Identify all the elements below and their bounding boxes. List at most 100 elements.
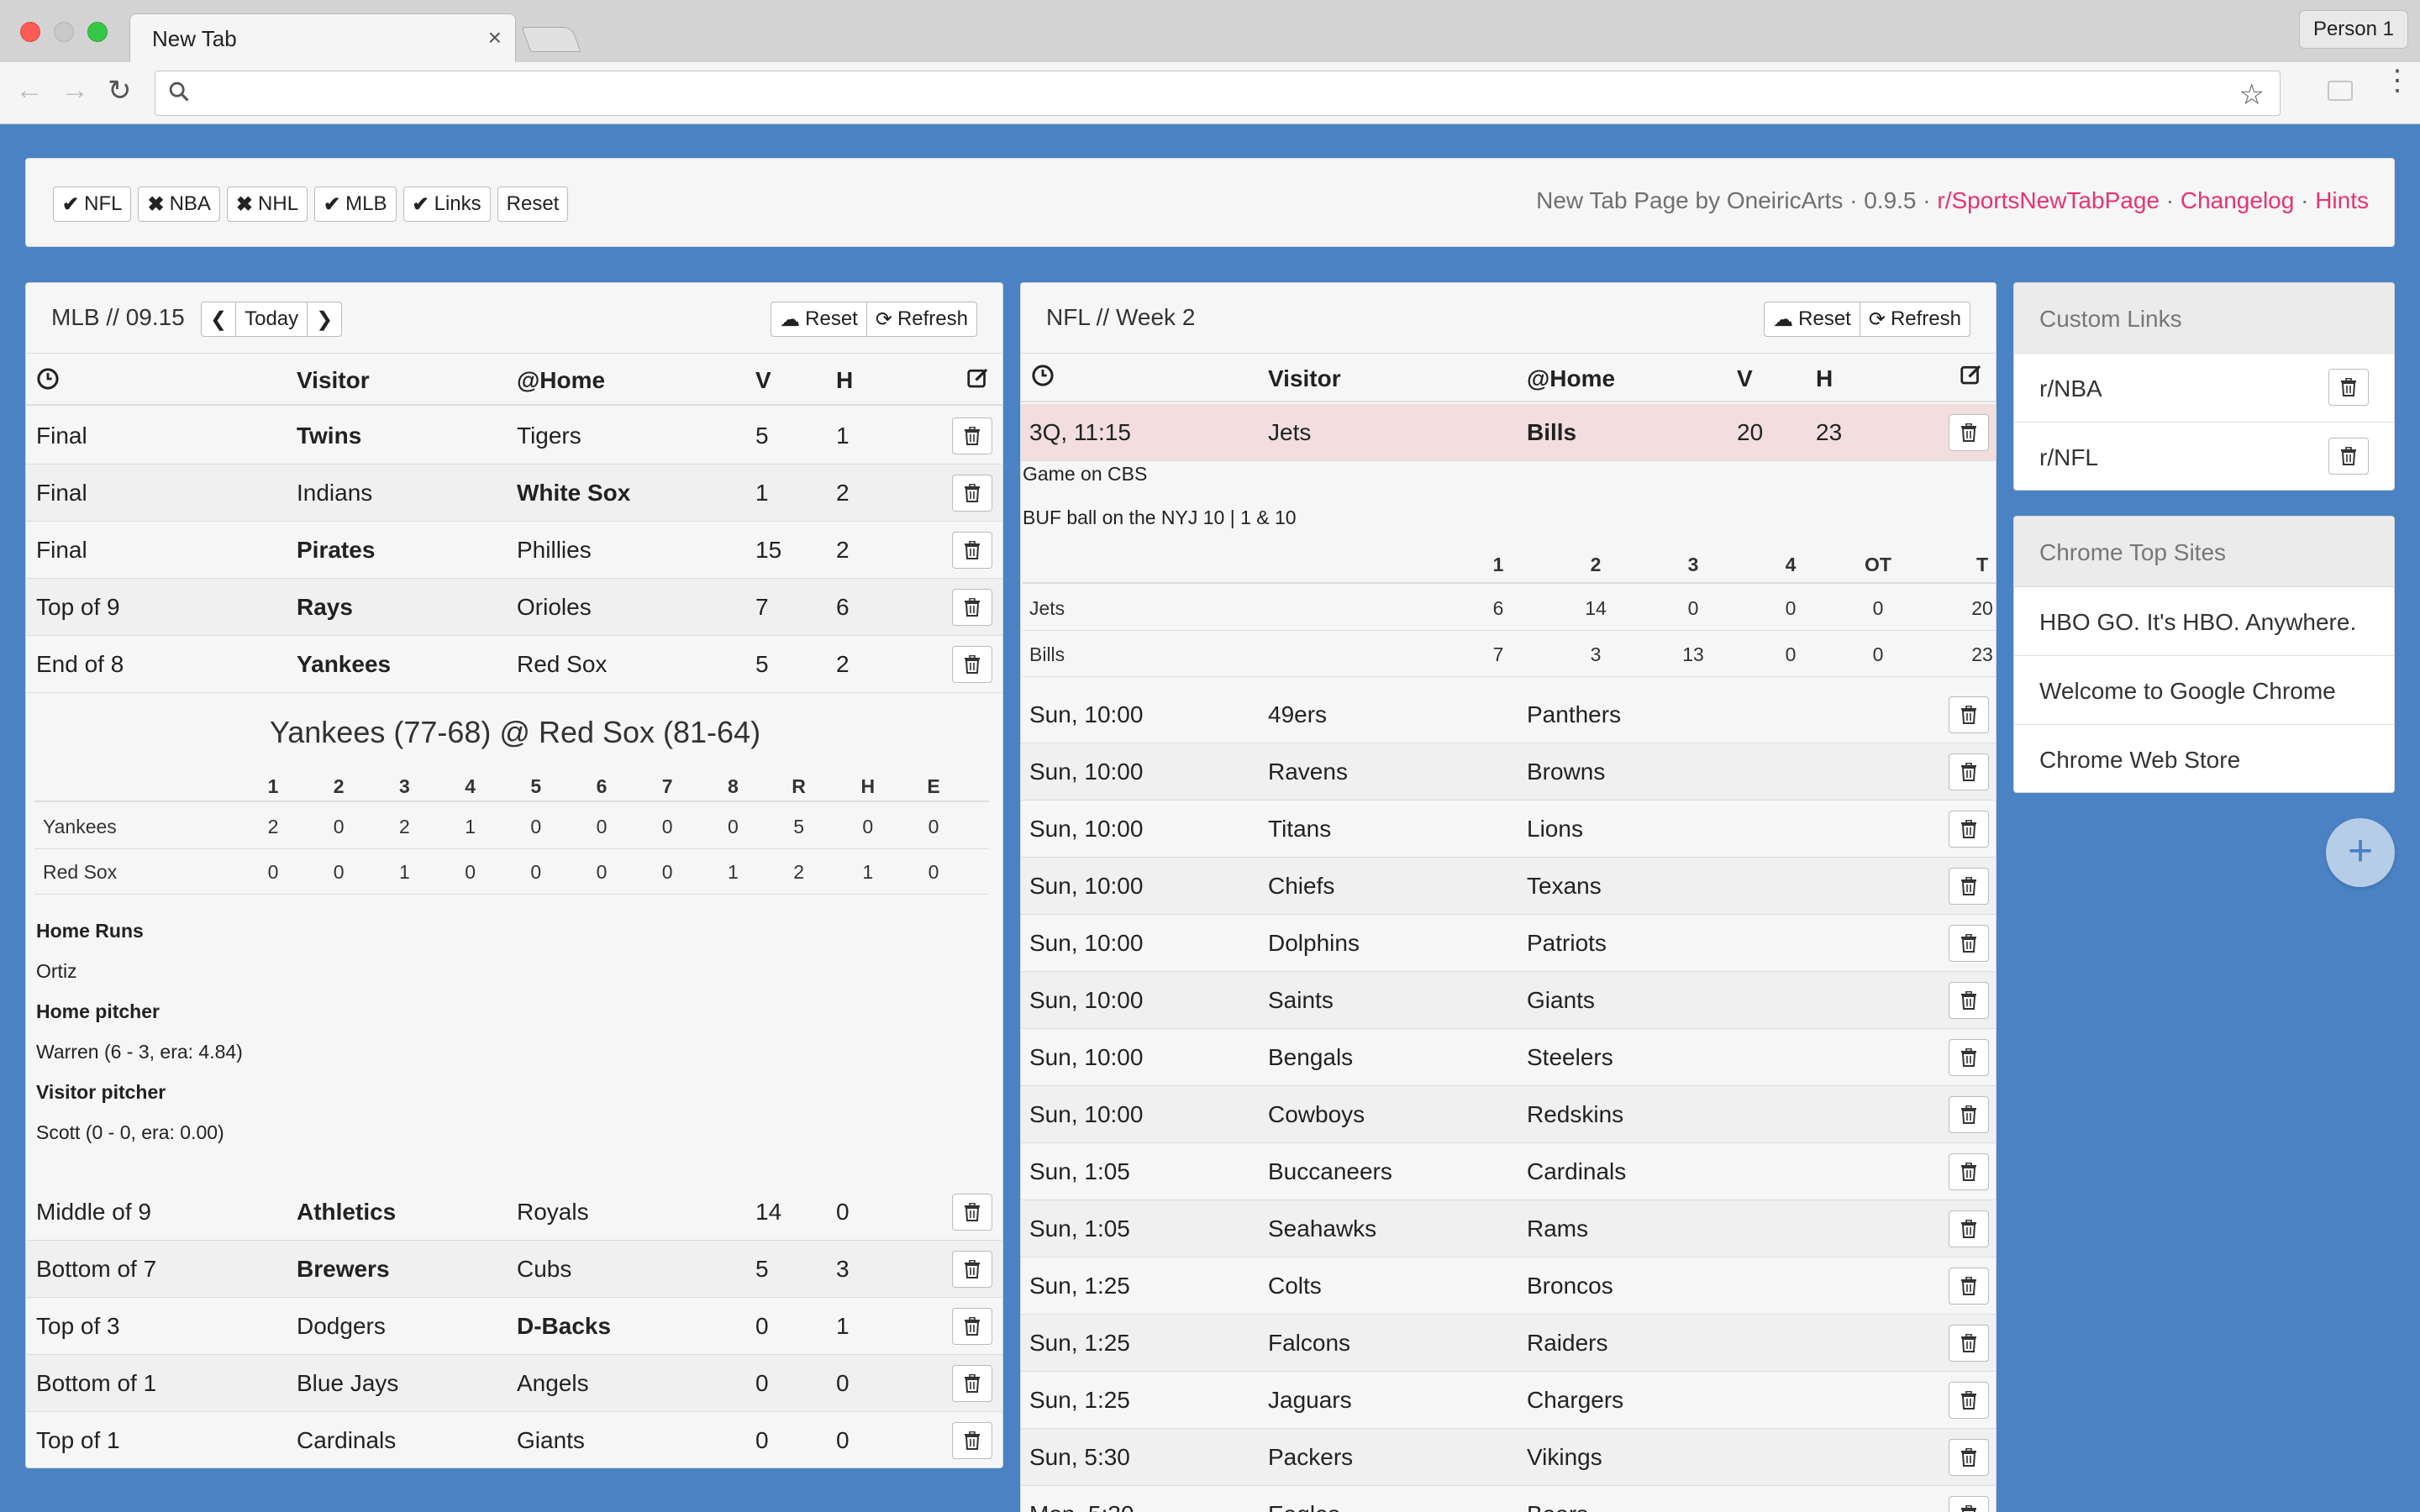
linescore-value: 0 (333, 861, 345, 883)
delete-link-button[interactable] (2328, 369, 2369, 406)
filter-label: NFL (84, 192, 123, 215)
subreddit-link[interactable]: r/SportsNewTabPage (1937, 187, 2160, 213)
game-row[interactable]: Middle of 9 Athletics Royals 14 0 (26, 1184, 1002, 1241)
delete-button[interactable] (1949, 696, 1989, 733)
home-score: 2 (836, 651, 850, 677)
game-row[interactable]: Final Indians White Sox 1 2 (26, 465, 1002, 522)
game-row[interactable]: Final Pirates Phillies 15 2 (26, 522, 1002, 579)
custom-link-item[interactable]: r/NFL (2014, 423, 2394, 490)
add-link-button[interactable]: + (2326, 818, 2395, 887)
game-row[interactable]: Sun, 5:30 Packers Vikings (1021, 1429, 1996, 1486)
top-site-link[interactable]: Welcome to Google Chrome (2014, 656, 2394, 725)
top-site-link[interactable]: Chrome Web Store (2014, 725, 2394, 792)
close-window-button[interactable] (20, 22, 40, 42)
filter-links-button[interactable]: ✔ Links (402, 186, 491, 222)
reload-icon[interactable]: ↻ (108, 74, 132, 108)
back-arrow-icon[interactable]: ← (15, 74, 44, 107)
game-row[interactable]: Sun, 10:00 Ravens Browns (1021, 743, 1996, 801)
delete-button[interactable] (952, 475, 992, 512)
changelog-link[interactable]: Changelog (2181, 187, 2294, 213)
game-row[interactable]: Sun, 10:00 49ers Panthers (1021, 686, 1996, 743)
browser-tab-active[interactable]: New Tab × (129, 13, 516, 64)
next-day-button[interactable]: ❯ (307, 302, 343, 337)
filter-nba-button[interactable]: ✖ NBA (138, 186, 220, 222)
edit-icon[interactable] (965, 365, 991, 391)
mlb-reset-button[interactable]: ☁ Reset (771, 302, 867, 337)
minimize-window-button[interactable] (54, 22, 74, 42)
hints-link[interactable]: Hints (2315, 187, 2369, 213)
delete-button[interactable] (1949, 414, 1989, 451)
prev-day-button[interactable]: ❮ (201, 302, 237, 337)
filter-nfl-button[interactable]: ✔ NFL (53, 186, 132, 222)
delete-button[interactable] (952, 1251, 992, 1288)
game-row[interactable]: Sun, 1:25 Colts Broncos (1021, 1257, 1996, 1315)
top-site-label: Welcome to Google Chrome (2039, 678, 2336, 704)
delete-button[interactable] (1949, 1325, 1989, 1362)
game-row[interactable]: Sun, 1:05 Buccaneers Cardinals (1021, 1143, 1996, 1200)
delete-button[interactable] (1949, 1268, 1989, 1305)
game-row[interactable]: Sun, 10:00 Bengals Steelers (1021, 1029, 1996, 1086)
zoom-window-button[interactable] (87, 22, 108, 42)
delete-button[interactable] (1949, 868, 1989, 905)
address-input[interactable] (203, 78, 2219, 108)
game-row[interactable]: Sun, 1:25 Jaguars Chargers (1021, 1372, 1996, 1429)
menu-dots-icon[interactable]: ⋮ (2383, 66, 2412, 95)
game-row[interactable]: End of 8 Yankees Red Sox 5 2 (26, 636, 1002, 693)
delete-button[interactable] (952, 417, 992, 454)
game-row[interactable]: Sun, 10:00 Cowboys Redskins (1021, 1086, 1996, 1143)
delete-button[interactable] (1949, 1096, 1989, 1133)
bookmark-star-icon[interactable]: ☆ (2239, 78, 2265, 112)
top-site-label: Chrome Web Store (2039, 747, 2241, 773)
delete-button[interactable] (1949, 1039, 1989, 1076)
check-icon: ✔ (62, 192, 80, 216)
nfl-reset-button[interactable]: ☁ Reset (1764, 302, 1860, 337)
forward-arrow-icon[interactable]: → (60, 74, 89, 107)
cast-icon[interactable] (2328, 81, 2353, 101)
game-row[interactable]: Sun, 10:00 Chiefs Texans (1021, 858, 1996, 915)
delete-button[interactable] (1949, 753, 1989, 790)
game-row[interactable]: Sun, 1:25 Falcons Raiders (1021, 1315, 1996, 1372)
game-row[interactable]: Sun, 10:00 Titans Lions (1021, 801, 1996, 858)
filter-mlb-button[interactable]: ✔ MLB (314, 186, 397, 222)
custom-link-item[interactable]: r/NBA (2014, 354, 2394, 423)
delete-button[interactable] (1949, 925, 1989, 962)
game-row[interactable]: Bottom of 7 Brewers Cubs 5 3 (26, 1241, 1002, 1298)
game-row[interactable]: Mon, 5:30 Eagles Bears (1021, 1486, 1996, 1512)
address-bar[interactable]: ☆ (155, 71, 2281, 116)
game-row[interactable]: Sun, 10:00 Saints Giants (1021, 972, 1996, 1029)
mlb-refresh-button[interactable]: ⟳ Refresh (865, 302, 977, 337)
edit-icon[interactable] (1959, 362, 1984, 387)
delete-link-button[interactable] (2328, 438, 2369, 475)
game-row[interactable]: Top of 3 Dodgers D-Backs 0 1 (26, 1298, 1002, 1355)
credits-separator: · (2159, 187, 2181, 213)
delete-button[interactable] (952, 589, 992, 626)
delete-button[interactable] (1949, 1210, 1989, 1247)
nfl-refresh-button[interactable]: ⟳ Refresh (1859, 302, 1970, 337)
game-row[interactable]: Top of 1 Cardinals Giants 0 0 (26, 1412, 1002, 1467)
delete-button[interactable] (952, 1308, 992, 1345)
delete-button[interactable] (952, 1365, 992, 1402)
today-button[interactable]: Today (235, 302, 308, 337)
live-game-row[interactable]: 3Q, 11:15 Jets Bills 20 23 (1021, 404, 1996, 461)
game-row[interactable]: Final Twins Tigers 5 1 (26, 407, 1002, 465)
delete-button[interactable] (1949, 982, 1989, 1019)
new-tab-button[interactable] (521, 27, 581, 52)
delete-button[interactable] (952, 646, 992, 683)
delete-button[interactable] (1949, 811, 1989, 848)
profile-button[interactable]: Person 1 (2298, 10, 2408, 49)
filter-nhl-button[interactable]: ✖ NHL (226, 186, 308, 222)
game-row[interactable]: Top of 9 Rays Orioles 7 6 (26, 579, 1002, 636)
delete-button[interactable] (1949, 1496, 1989, 1512)
delete-button[interactable] (952, 1422, 992, 1459)
top-site-link[interactable]: HBO GO. It's HBO. Anywhere. (2014, 587, 2394, 656)
game-row[interactable]: Sun, 10:00 Dolphins Patriots (1021, 915, 1996, 972)
delete-button[interactable] (952, 532, 992, 569)
delete-button[interactable] (1949, 1439, 1989, 1476)
tab-close-icon[interactable]: × (488, 24, 502, 51)
delete-button[interactable] (1949, 1382, 1989, 1419)
game-row[interactable]: Sun, 1:05 Seahawks Rams (1021, 1200, 1996, 1257)
reset-all-button[interactable]: Reset (497, 186, 569, 222)
game-row[interactable]: Bottom of 1 Blue Jays Angels 0 0 (26, 1355, 1002, 1412)
delete-button[interactable] (952, 1194, 992, 1231)
delete-button[interactable] (1949, 1153, 1989, 1190)
